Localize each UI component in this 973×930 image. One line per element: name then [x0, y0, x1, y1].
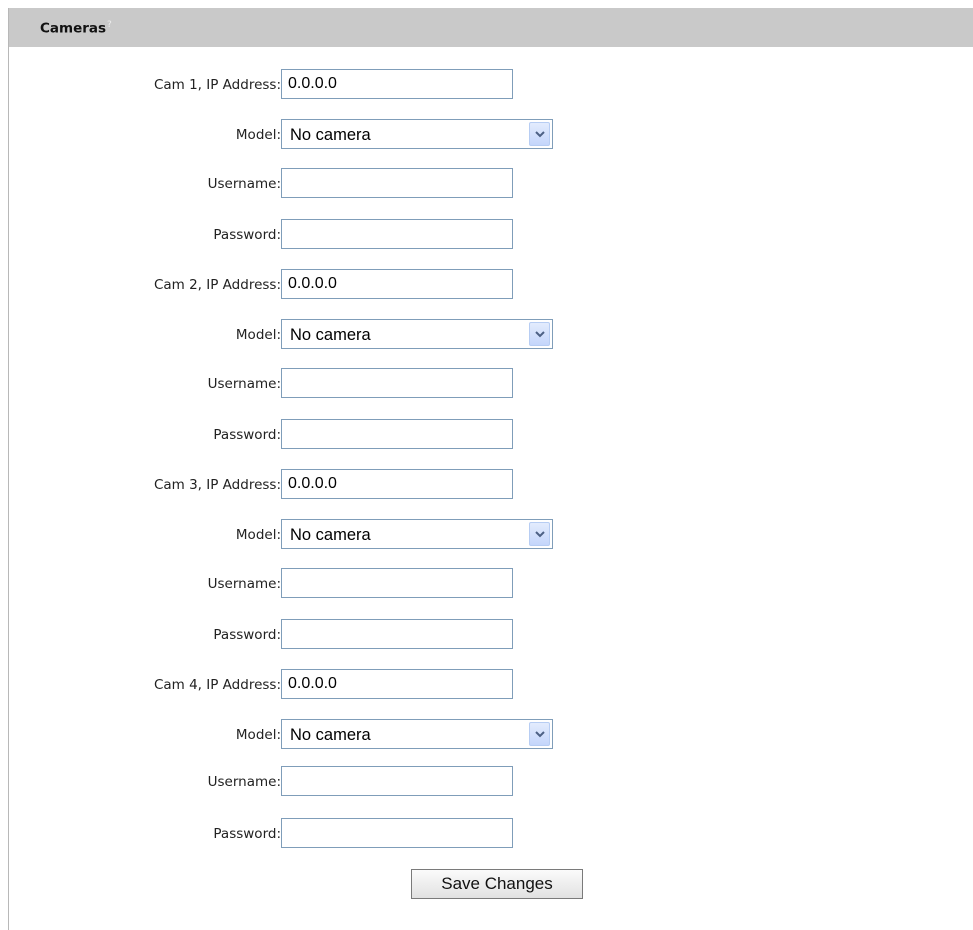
cam-4-password-label: Password:	[213, 826, 281, 842]
cam-3-model-value: No camera	[290, 526, 371, 544]
cam-1-model-row: Model: No camera	[9, 119, 973, 153]
cam-1-password-input[interactable]	[281, 219, 513, 249]
cam-4-ip-input[interactable]	[281, 669, 513, 699]
cam-1-password-label: Password:	[213, 227, 281, 243]
chevron-down-icon	[535, 731, 545, 738]
cam-1-ip-row: Cam 1, IP Address:	[9, 69, 973, 103]
cam-4-password-input[interactable]	[281, 818, 513, 848]
cam-3-username-row: Username:	[9, 568, 973, 602]
cam-4-ip-label: Cam 4, IP Address:	[153, 677, 281, 693]
cam-3-ip-label: Cam 3, IP Address:	[153, 477, 281, 493]
cam-3-model-select[interactable]: No camera	[281, 519, 553, 549]
cam-3-ip-input[interactable]	[281, 469, 513, 499]
cam-4-username-input[interactable]	[281, 766, 513, 796]
cameras-panel: Cameras? Cam 1, IP Address: Model: No ca…	[8, 8, 973, 930]
cam-2-username-row: Username:	[9, 368, 973, 402]
cam-4-model-row: Model: No camera	[9, 719, 973, 753]
cam-4-model-label: Model:	[235, 727, 281, 743]
cam-1-ip-label: Cam 1, IP Address:	[153, 77, 281, 93]
cam-1-model-select[interactable]: No camera	[281, 119, 553, 149]
cam-2-model-dropdown-button[interactable]	[529, 322, 550, 346]
cam-3-username-input[interactable]	[281, 568, 513, 598]
cam-4-username-row: Username:	[9, 766, 973, 800]
cam-1-model-label: Model:	[235, 127, 281, 143]
cam-3-model-row: Model: No camera	[9, 519, 973, 553]
cam-4-model-select[interactable]: No camera	[281, 719, 553, 749]
chevron-down-icon	[535, 331, 545, 338]
cam-3-model-label: Model:	[235, 527, 281, 543]
cam-2-model-select[interactable]: No camera	[281, 319, 553, 349]
cam-1-model-dropdown-button[interactable]	[529, 122, 550, 146]
save-changes-button[interactable]: Save Changes	[411, 869, 583, 899]
cam-2-username-input[interactable]	[281, 368, 513, 398]
cam-2-username-label: Username:	[207, 376, 281, 392]
cam-2-model-label: Model:	[235, 327, 281, 343]
cam-3-password-input[interactable]	[281, 619, 513, 649]
cam-1-username-row: Username:	[9, 168, 973, 202]
panel-header: Cameras?	[9, 8, 973, 47]
cam-2-model-row: Model: No camera	[9, 319, 973, 353]
cam-4-password-row: Password:	[9, 818, 973, 852]
cam-1-ip-input[interactable]	[281, 69, 513, 99]
cam-2-ip-input[interactable]	[281, 269, 513, 299]
cam-4-username-label: Username:	[207, 774, 281, 790]
cam-3-password-row: Password:	[9, 619, 973, 653]
cam-3-ip-row: Cam 3, IP Address:	[9, 469, 973, 503]
cam-1-username-input[interactable]	[281, 168, 513, 198]
panel-title-text: Cameras	[40, 20, 107, 37]
chevron-down-icon	[535, 131, 545, 138]
cam-3-model-dropdown-button[interactable]	[529, 522, 550, 546]
cam-3-username-label: Username:	[207, 576, 281, 592]
cam-4-model-dropdown-button[interactable]	[529, 722, 550, 746]
cam-2-password-input[interactable]	[281, 419, 513, 449]
panel-title: Cameras?	[40, 20, 112, 37]
cam-4-ip-row: Cam 4, IP Address:	[9, 669, 973, 703]
help-icon[interactable]: ?	[107, 20, 112, 30]
cam-2-model-value: No camera	[290, 326, 371, 344]
cam-2-password-label: Password:	[213, 427, 281, 443]
cam-3-password-label: Password:	[213, 627, 281, 643]
cam-1-username-label: Username:	[207, 176, 281, 192]
save-row: Save Changes	[9, 869, 973, 903]
cam-1-model-value: No camera	[290, 126, 371, 144]
cam-2-password-row: Password:	[9, 419, 973, 453]
cam-4-model-value: No camera	[290, 726, 371, 744]
chevron-down-icon	[535, 531, 545, 538]
cam-2-ip-row: Cam 2, IP Address:	[9, 269, 973, 303]
cam-2-ip-label: Cam 2, IP Address:	[153, 277, 281, 293]
cam-1-password-row: Password:	[9, 219, 973, 253]
